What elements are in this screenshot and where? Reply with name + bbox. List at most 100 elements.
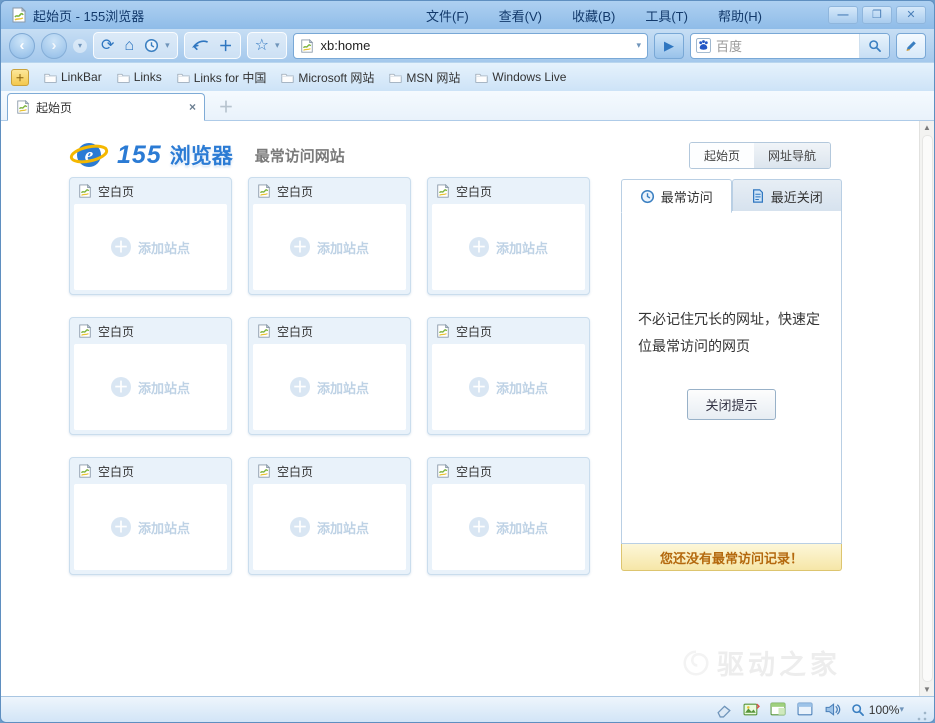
blank-page-icon (78, 464, 92, 478)
status-bar: 100% ▾ (1, 696, 934, 722)
empty-history-notice: 您还没有最常访问记录！ (621, 544, 842, 571)
add-site-label: 添加站点 (317, 238, 369, 257)
add-site-button[interactable]: ＋添加站点 (74, 204, 227, 290)
folder-icon (177, 71, 190, 84)
toggle-start-page[interactable]: 起始页 (690, 143, 754, 168)
menu-file[interactable]: 文件(F) (426, 6, 469, 25)
site-tile: 空白页 ＋添加站点 (69, 317, 232, 435)
panel-tab-most-visited[interactable]: 最常访问 (621, 179, 732, 213)
tile-header: 空白页 (428, 178, 589, 204)
back-button[interactable]: ‹ (9, 33, 35, 59)
start-page: e 155 浏览器 最常访问网站 起始页 网址导航 空白页 ＋添加站点 (1, 121, 919, 696)
refresh-button[interactable]: ⟳ (101, 38, 114, 54)
logo-text: 浏览器 (170, 140, 233, 170)
panel-body: 不必记住冗长的网址，快速定位最常访问的网页 关闭提示 (621, 211, 842, 544)
panel-tab-recently-closed[interactable]: 最近关闭 (732, 179, 843, 212)
history-button[interactable] (144, 38, 159, 53)
add-site-button[interactable]: ＋添加站点 (432, 344, 585, 430)
tab-label: 起始页 (36, 99, 72, 116)
mute-button[interactable] (824, 701, 841, 718)
blank-page-icon (257, 184, 271, 198)
new-tab-button[interactable]: ＋ (213, 96, 239, 116)
site-tile: 空白页 ＋添加站点 (427, 177, 590, 295)
close-hint-button[interactable]: 关闭提示 (687, 389, 775, 420)
scroll-down-icon[interactable]: ▼ (923, 685, 931, 694)
favorites-star-button[interactable]: ☆ (255, 38, 269, 54)
add-site-button[interactable]: ＋添加站点 (253, 484, 406, 570)
address-bar[interactable]: xb:home ▾ (293, 33, 648, 59)
close-button[interactable]: ✕ (896, 6, 926, 24)
add-site-button[interactable]: ＋添加站点 (432, 484, 585, 570)
forward-icon: › (52, 37, 57, 54)
menu-tools[interactable]: 工具(T) (645, 6, 688, 25)
bookmark-windows-live[interactable]: Windows Live (475, 70, 566, 84)
zoom-control[interactable]: 100% ▾ (851, 703, 904, 717)
site-tile: 空白页 ＋添加站点 (427, 317, 590, 435)
home-button[interactable]: ⌂ (124, 38, 134, 54)
reopen-closed-button[interactable] (192, 39, 209, 52)
address-dropdown-icon[interactable]: ▾ (636, 40, 641, 51)
menu-view[interactable]: 查看(V) (499, 6, 542, 25)
tile-header: 空白页 (70, 178, 231, 204)
bookmark-linkbar[interactable]: LinkBar (44, 70, 102, 84)
add-site-button[interactable]: ＋添加站点 (253, 344, 406, 430)
folder-icon (475, 71, 488, 84)
search-box[interactable]: 百度 (690, 33, 890, 59)
plus-circle-icon: ＋ (290, 377, 310, 397)
tile-title: 空白页 (456, 323, 492, 340)
pencil-icon (904, 39, 918, 53)
add-site-button[interactable]: ＋添加站点 (432, 204, 585, 290)
add-site-button[interactable]: ＋添加站点 (253, 204, 406, 290)
panel-tab-label: 最常访问 (661, 187, 713, 206)
window-layout-button[interactable] (797, 701, 814, 718)
panel-icon (770, 701, 787, 718)
tile-header: 空白页 (70, 318, 231, 344)
new-tab-toolbar-button[interactable]: ＋ (219, 39, 233, 53)
menu-favorites[interactable]: 收藏(B) (572, 6, 615, 25)
folder-icon (44, 71, 57, 84)
bookmark-links-china[interactable]: Links for 中国 (177, 69, 267, 86)
window-title: 起始页 - 155浏览器 (33, 6, 144, 25)
vertical-scrollbar[interactable]: ▲ ▼ (919, 121, 934, 696)
scrollbar-thumb[interactable] (922, 135, 933, 682)
tab-close-icon[interactable]: × (189, 100, 196, 114)
maximize-button[interactable]: ❐ (862, 6, 892, 24)
search-input[interactable]: 百度 (716, 36, 854, 55)
menu-help[interactable]: 帮助(H) (718, 6, 762, 25)
panel-hint-text: 不必记住冗长的网址，快速定位最常访问的网页 (638, 306, 825, 359)
scroll-up-icon[interactable]: ▲ (923, 123, 931, 132)
zoom-chevron-icon[interactable]: ▾ (899, 704, 904, 715)
go-button[interactable]: ▶ (654, 33, 684, 59)
history-chevron-icon[interactable]: ▾ (165, 40, 170, 51)
blank-page-icon (78, 324, 92, 338)
folder-icon (389, 71, 402, 84)
sidebar-toggle-button[interactable] (770, 701, 787, 718)
add-site-button[interactable]: ＋添加站点 (74, 484, 227, 570)
bookmark-msn[interactable]: MSN 网站 (389, 69, 460, 86)
start-page-main: 空白页 ＋添加站点 空白页 ＋添加站点 空白页 ＋添加站点 空白页 ＋添加站点 (1, 177, 919, 575)
most-visited-panel: 最常访问 最近关闭 不必记住冗长的网址，快速定位最常访问的网页 关闭提示 您还没… (621, 179, 842, 575)
add-bookmark-button[interactable]: ＋ (11, 69, 29, 86)
search-button[interactable] (859, 34, 889, 58)
images-toggle-button[interactable] (743, 701, 760, 718)
address-input[interactable]: xb:home (320, 38, 634, 53)
bookmark-microsoft[interactable]: Microsoft 网站 (281, 69, 374, 86)
forward-button[interactable]: › (41, 33, 67, 59)
add-site-button[interactable]: ＋添加站点 (74, 344, 227, 430)
add-site-label: 添加站点 (138, 378, 190, 397)
bookmark-links[interactable]: Links (117, 70, 162, 84)
resize-grip[interactable] (916, 710, 928, 722)
edit-button[interactable] (896, 33, 926, 59)
clear-traces-button[interactable] (716, 701, 733, 718)
plus-circle-icon: ＋ (290, 517, 310, 537)
speaker-icon (824, 701, 841, 718)
favorites-chevron-icon[interactable]: ▾ (275, 40, 280, 51)
minimize-button[interactable]: — (828, 6, 858, 24)
favorites-group: ☆ ▾ (247, 32, 288, 59)
clock-icon (144, 38, 159, 53)
undo-arrow-icon (192, 39, 209, 52)
chevron-down-icon: ▾ (78, 41, 82, 50)
history-dropdown-button[interactable]: ▾ (73, 39, 87, 53)
tab-start-page[interactable]: 起始页 × (7, 93, 205, 121)
toggle-site-navigation[interactable]: 网址导航 (754, 143, 830, 168)
